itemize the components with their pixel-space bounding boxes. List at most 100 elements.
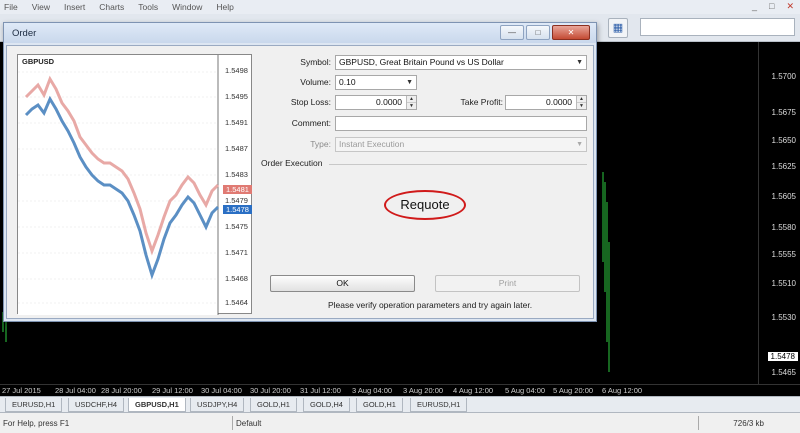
tick-chart-lines xyxy=(18,55,220,315)
price-label: 1.5675 xyxy=(771,108,796,117)
verify-note: Please verify operation parameters and t… xyxy=(327,300,533,310)
tick-price-label: 1.5471 xyxy=(225,248,248,257)
order-execution-heading: Order Execution xyxy=(261,158,323,168)
close-icon[interactable]: ✕ xyxy=(786,1,794,12)
dialog-minimize-button[interactable]: — xyxy=(500,25,524,40)
restore-icon[interactable]: □ xyxy=(769,1,774,12)
chart-window-icon[interactable]: ▦ xyxy=(608,18,628,38)
menu-view[interactable]: View xyxy=(32,2,50,12)
dialog-close-button[interactable]: ✕ xyxy=(552,25,590,40)
time-label: 28 Jul 04:00 xyxy=(55,386,96,395)
chart-tabs: EURUSD,H1 USDCHF,H4 GBPUSD,H1 USDJPY,H4 … xyxy=(0,396,800,412)
time-label: 30 Jul 04:00 xyxy=(201,386,242,395)
tick-chart-symbol: GBPUSD xyxy=(22,57,55,66)
type-select: Instant Execution ▼ xyxy=(335,137,587,152)
take-profit-label: Take Profit: xyxy=(460,97,503,107)
search-input[interactable] xyxy=(640,18,795,36)
dialog-window-buttons: — □ ✕ xyxy=(500,25,590,40)
volume-label: Volume: xyxy=(300,77,331,87)
volume-combobox[interactable]: 0.10 ▼ xyxy=(335,75,417,90)
order-dialog: Order — □ ✕ GBPUSD 1.5498 1.5495 1.5491 … xyxy=(3,22,597,322)
price-label: 1.5510 xyxy=(771,279,796,288)
traffic-counter: 726/3 kb xyxy=(733,418,764,428)
print-button: Print xyxy=(435,275,580,292)
stop-loss-input[interactable]: 0.0000 ▲ ▼ xyxy=(335,95,417,110)
profile-name: Default xyxy=(236,418,262,428)
tick-price-label: 1.5498 xyxy=(225,66,248,75)
requote-message: Requote xyxy=(384,190,466,220)
window-controls: _ □ ✕ xyxy=(752,1,794,12)
time-label: 3 Aug 20:00 xyxy=(403,386,444,395)
tick-price-label: 1.5475 xyxy=(225,222,248,231)
comment-input[interactable] xyxy=(335,116,587,131)
chevron-down-icon: ▼ xyxy=(576,141,583,148)
tick-price-label: 1.5491 xyxy=(225,118,248,127)
tab-eurusd-h1-2[interactable]: EURUSD,H1 xyxy=(410,398,468,412)
time-axis: 27 Jul 2015 28 Jul 04:00 28 Jul 20:00 29… xyxy=(0,384,800,396)
time-label: 3 Aug 04:00 xyxy=(352,386,393,395)
status-divider xyxy=(232,416,233,430)
tab-usdchf-h4[interactable]: USDCHF,H4 xyxy=(68,398,125,412)
time-label: 5 Aug 04:00 xyxy=(505,386,546,395)
ok-button[interactable]: OK xyxy=(270,275,415,292)
current-price-tag: 1.5478 xyxy=(767,352,798,361)
time-label: 4 Aug 12:00 xyxy=(453,386,494,395)
help-hint: For Help, press F1 xyxy=(3,418,70,428)
time-label: 5 Aug 20:00 xyxy=(553,386,594,395)
take-profit-spinner[interactable]: ▲ ▼ xyxy=(576,96,586,109)
time-label: 28 Jul 20:00 xyxy=(101,386,142,395)
spin-down-icon[interactable]: ▼ xyxy=(577,103,586,110)
type-value: Instant Execution xyxy=(339,139,405,149)
menu-help[interactable]: Help xyxy=(216,2,233,12)
chevron-down-icon: ▼ xyxy=(406,79,413,86)
stop-loss-label: Stop Loss: xyxy=(290,97,331,107)
comment-label: Comment: xyxy=(291,118,331,128)
menu-file[interactable]: File xyxy=(4,2,18,12)
tick-price-label: 1.5483 xyxy=(225,170,248,179)
tab-gold-h1[interactable]: GOLD,H1 xyxy=(250,398,297,412)
price-label: 1.5530 xyxy=(771,313,796,322)
status-bar: For Help, press F1 Default 726/3 kb xyxy=(0,412,800,433)
menu-insert[interactable]: Insert xyxy=(64,2,85,12)
minimize-icon[interactable]: _ xyxy=(752,1,757,12)
time-label: 27 Jul 2015 xyxy=(2,386,41,395)
tick-price-label: 1.5468 xyxy=(225,274,248,283)
price-axis: 1.5700 1.5675 1.5650 1.5625 1.5605 1.558… xyxy=(758,42,800,396)
type-label: Type: xyxy=(310,139,331,149)
spin-down-icon[interactable]: ▼ xyxy=(407,103,416,110)
volume-value: 0.10 xyxy=(339,77,356,87)
chevron-down-icon: ▼ xyxy=(576,59,583,66)
menu-bar: File View Insert Charts Tools Window Hel… xyxy=(0,0,800,14)
menu-window[interactable]: Window xyxy=(172,2,202,12)
tick-price-label: 1.5464 xyxy=(225,298,248,307)
dialog-title: Order xyxy=(12,27,37,39)
symbol-select[interactable]: GBPUSD, Great Britain Pound vs US Dollar… xyxy=(335,55,587,70)
take-profit-input[interactable]: 0.0000 ▲ ▼ xyxy=(505,95,587,110)
price-label: 1.5625 xyxy=(771,162,796,171)
ask-price-tag: 1.5481 xyxy=(223,185,252,194)
tab-eurusd-h1[interactable]: EURUSD,H1 xyxy=(5,398,63,412)
tick-price-label: 1.5479 xyxy=(225,196,248,205)
menu-tools[interactable]: Tools xyxy=(138,2,158,12)
time-label: 29 Jul 12:00 xyxy=(152,386,193,395)
menu-charts[interactable]: Charts xyxy=(99,2,124,12)
stop-loss-spinner[interactable]: ▲ ▼ xyxy=(406,96,416,109)
time-label: 6 Aug 12:00 xyxy=(602,386,643,395)
price-label: 1.5700 xyxy=(771,72,796,81)
dialog-maximize-button[interactable]: □ xyxy=(526,25,550,40)
dialog-body: GBPUSD 1.5498 1.5495 1.5491 1.5487 1.548… xyxy=(6,45,594,319)
price-label: 1.5465 xyxy=(771,368,796,377)
tick-price-label: 1.5495 xyxy=(225,92,248,101)
tab-gold-h4[interactable]: GOLD,H4 xyxy=(303,398,350,412)
symbol-value: GBPUSD, Great Britain Pound vs US Dollar xyxy=(339,57,504,67)
time-label: 30 Jul 20:00 xyxy=(250,386,291,395)
price-label: 1.5605 xyxy=(771,192,796,201)
price-label: 1.5555 xyxy=(771,250,796,259)
tab-gbpusd-h1[interactable]: GBPUSD,H1 xyxy=(128,398,186,412)
tab-usdjpy-h4[interactable]: USDJPY,H4 xyxy=(190,398,245,412)
bid-price-tag: 1.5478 xyxy=(223,205,252,214)
take-profit-value: 0.0000 xyxy=(546,97,572,107)
tab-gold-h1-2[interactable]: GOLD,H1 xyxy=(356,398,403,412)
price-label: 1.5650 xyxy=(771,136,796,145)
stop-loss-value: 0.0000 xyxy=(376,97,402,107)
